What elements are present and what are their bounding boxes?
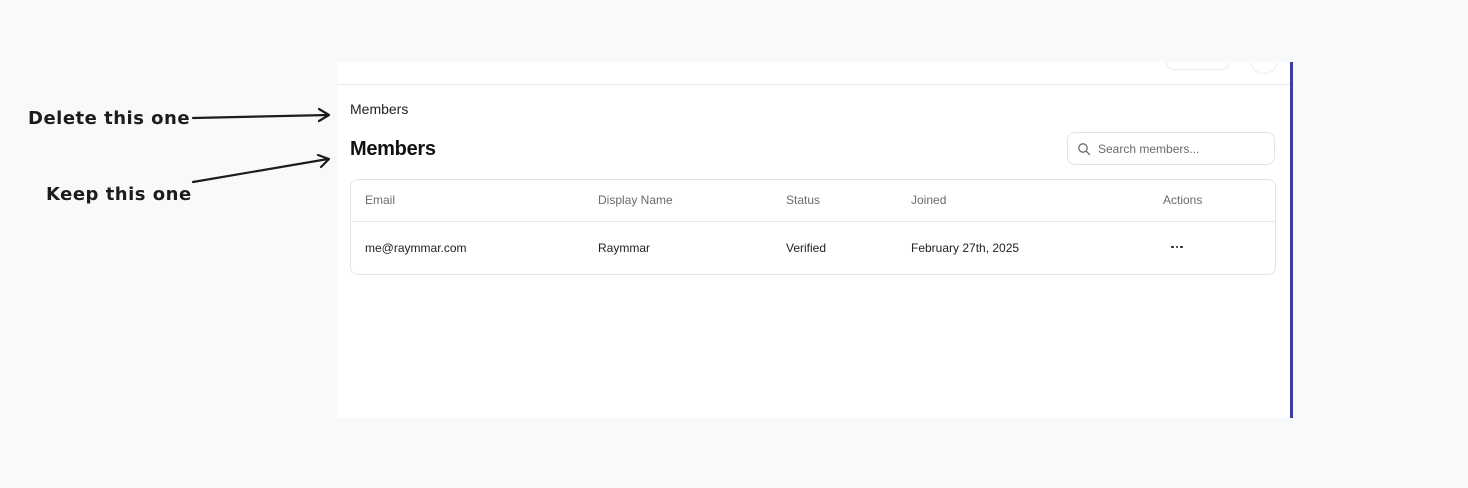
row-actions-button[interactable] [1167, 239, 1187, 255]
more-horizontal-icon [1170, 245, 1184, 249]
page-title: Members [350, 138, 436, 160]
annotation-arrowhead-delete [317, 107, 331, 123]
search-icon [1078, 143, 1091, 156]
table-header: Email Display Name Status Joined Actions [351, 180, 1275, 222]
avatar[interactable] [1250, 62, 1278, 74]
column-header-actions: Actions [1163, 193, 1203, 207]
members-table: Email Display Name Status Joined Actions… [350, 179, 1276, 275]
annotation-arrow-delete [191, 113, 330, 120]
column-header-display-name: Display Name [598, 193, 673, 207]
top-bar-button[interactable] [1166, 62, 1230, 70]
breadcrumb[interactable]: Members [350, 101, 408, 117]
cell-status: Verified [786, 241, 827, 255]
table-row: me@raymmar.com Raymmar Verified February… [351, 221, 1275, 275]
search-input[interactable] [1098, 140, 1268, 158]
column-header-joined: Joined [911, 193, 947, 207]
annotation-arrow-keep [191, 157, 330, 184]
top-bar [338, 62, 1290, 85]
column-header-status: Status [786, 193, 821, 207]
cell-email: me@raymmar.com [365, 241, 467, 255]
cell-display-name: Raymmar [598, 241, 651, 255]
members-panel: Members Members Email Display Name Statu… [338, 62, 1293, 418]
annotation-delete-label: Delete this one [28, 108, 191, 129]
cell-joined: February 27th, 2025 [911, 241, 1020, 255]
annotation-keep-label: Keep this one [46, 184, 192, 205]
search-box[interactable] [1067, 132, 1275, 165]
annotation-arrowhead-keep [316, 153, 331, 169]
column-header-email: Email [365, 193, 396, 207]
